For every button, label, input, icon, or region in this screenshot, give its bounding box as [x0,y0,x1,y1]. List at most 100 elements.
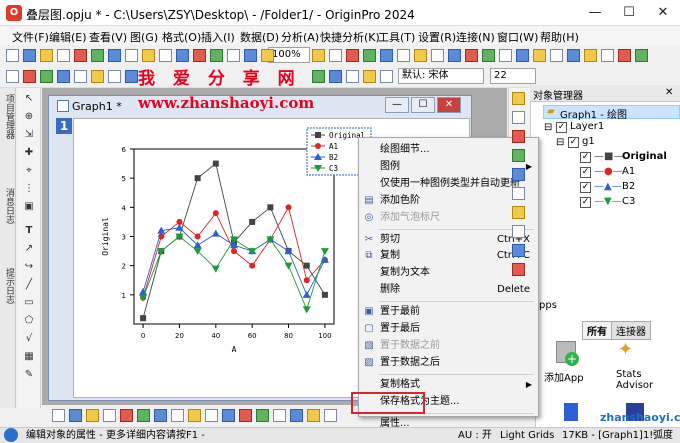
mask-icon[interactable]: ▣ [22,200,36,214]
layer-tool-icon[interactable] [512,168,525,181]
rectangle-tool-icon[interactable]: ▭ [22,296,36,310]
polygon-tool-icon[interactable]: ⬠ [22,314,36,328]
toolbar-button-icon[interactable] [346,70,359,83]
menu-9[interactable]: 工具(T) [378,29,415,45]
toolbar-button-icon[interactable] [176,49,189,62]
origin-app-icon[interactable]: O [6,5,22,21]
plot-type-icon[interactable] [222,409,235,422]
tab-apps-connectors[interactable]: 连接器 [611,321,651,340]
toolbar-button-icon[interactable] [57,70,70,83]
toolbar-button-icon[interactable] [431,49,444,62]
context-menu-item[interactable]: ▨ 置于数据之后 [359,355,538,371]
toolbar-button-icon[interactable] [244,49,257,62]
layer-tool-icon[interactable] [512,130,525,143]
toolbar-button-icon[interactable] [397,49,410,62]
series-checkbox[interactable]: ✓ [580,182,591,193]
toolbar-button-icon[interactable] [91,49,104,62]
toolbar-button-icon[interactable] [414,49,427,62]
graph-close-button[interactable]: ✕ [437,97,461,113]
menu-6[interactable]: 数据(D) [240,29,279,45]
graph-maximize-button[interactable]: ☐ [411,97,435,113]
equation-tool-icon[interactable]: √ [22,332,36,346]
expand-layer-icon[interactable]: ⊟ [544,122,552,133]
layer-tool-icon[interactable] [512,187,525,200]
toolbar-button-icon[interactable] [91,70,104,83]
toolbar-button-icon[interactable] [74,70,87,83]
context-menu-item[interactable]: 复制格式 ▶ [359,377,538,393]
status-unit[interactable]: 弧度 [653,428,673,443]
add-app-label[interactable]: 添加App [544,369,584,384]
toolbar-button-icon[interactable] [567,49,580,62]
toolbar-button-icon[interactable] [261,49,274,62]
menu-7[interactable]: 分析(A) [281,29,319,45]
menu-2[interactable]: 查看(V) [89,29,127,45]
toolbar-button-icon[interactable] [380,49,393,62]
line-tool-icon[interactable]: ╱ [22,278,36,292]
status-au[interactable]: AU : 开 [458,428,492,443]
toolbar-button-icon[interactable] [618,49,631,62]
toolbar-button-icon[interactable] [23,70,36,83]
toolbar-button-icon[interactable] [363,70,376,83]
tab-apps-all[interactable]: 所有 [582,321,612,340]
plot-type-icon[interactable] [52,409,65,422]
layer-tool-icon[interactable] [512,244,525,257]
stats-advisor-label[interactable]: Stats Advisor [616,369,653,391]
text-tool-icon[interactable]: T [22,224,36,238]
toolbar-button-icon[interactable] [40,49,53,62]
toolbar-button-icon[interactable] [346,49,359,62]
menu-10[interactable]: 设置(R) [418,29,456,45]
plot-type-icon[interactable] [307,409,320,422]
toolbar-button-icon[interactable] [550,49,563,62]
menu-4[interactable]: 格式(O) [162,29,201,45]
plot-type-icon[interactable] [137,409,150,422]
plot-type-icon[interactable] [273,409,286,422]
toolbar-button-icon[interactable] [142,49,155,62]
toolbar-button-icon[interactable] [601,49,614,62]
expand-group-icon[interactable]: ⊟ [556,137,564,148]
toolbar-button-icon[interactable] [312,49,325,62]
toolbar-button-icon[interactable] [499,49,512,62]
app-tile-icon[interactable] [564,403,578,421]
maximize-button[interactable]: ☐ [612,0,646,26]
pointer-icon[interactable]: ↖ [22,92,36,106]
menu-5[interactable]: 插入(I) [201,29,235,45]
plot-type-icon[interactable] [290,409,303,422]
series-checkbox[interactable]: ✓ [580,152,591,163]
toolbar-button-icon[interactable] [363,49,376,62]
font-size-combo[interactable]: 22 [490,68,536,84]
toolbar-button-icon[interactable] [159,49,172,62]
toolbar-button-icon[interactable] [533,49,546,62]
toolbar-button-icon[interactable] [74,49,87,62]
tree-root[interactable]: ▰ Graph1 - 绘图 [543,105,680,121]
toolbar-button-icon[interactable] [465,49,478,62]
toolbar-button-icon[interactable] [227,49,240,62]
add-app-icon[interactable]: + [556,341,579,366]
screen-reader-icon[interactable]: ⌖ [22,164,36,178]
toolbar-button-icon[interactable] [329,70,342,83]
layer-tool-icon[interactable] [512,263,525,276]
toolbar-button-icon[interactable] [23,49,36,62]
plot-type-icon[interactable] [154,409,167,422]
toolbar-button-icon[interactable] [125,49,138,62]
toolbar-button-icon[interactable] [210,49,223,62]
layer-tool-icon[interactable] [512,206,525,219]
toolbar-button-icon[interactable] [40,70,53,83]
curved-arrow-icon[interactable]: ↪ [22,260,36,274]
tree-series-label[interactable]: A1 [622,166,635,177]
panel-close-icon[interactable]: ✕ [665,87,673,98]
layer-tool-icon[interactable] [512,111,525,124]
menu-0[interactable]: 文件(F) [12,29,49,45]
layer-checkbox[interactable]: ✓ [556,122,567,133]
zoom-icon[interactable]: ⊕ [22,110,36,124]
plot-type-icon[interactable] [205,409,218,422]
font-name-combo[interactable]: 默认: 宋体 [398,68,484,84]
layer-number-badge[interactable]: 1 [56,118,72,134]
toolbar-button-icon[interactable] [57,49,70,62]
reader-icon[interactable]: ✚ [22,146,36,160]
toolbar-button-icon[interactable] [448,49,461,62]
close-button[interactable]: ✕ [646,0,680,26]
menu-13[interactable]: 帮助(H) [540,29,579,45]
group-checkbox[interactable]: ✓ [568,137,579,148]
toolbar-button-icon[interactable] [125,70,138,83]
toolbar-button-icon[interactable] [193,49,206,62]
